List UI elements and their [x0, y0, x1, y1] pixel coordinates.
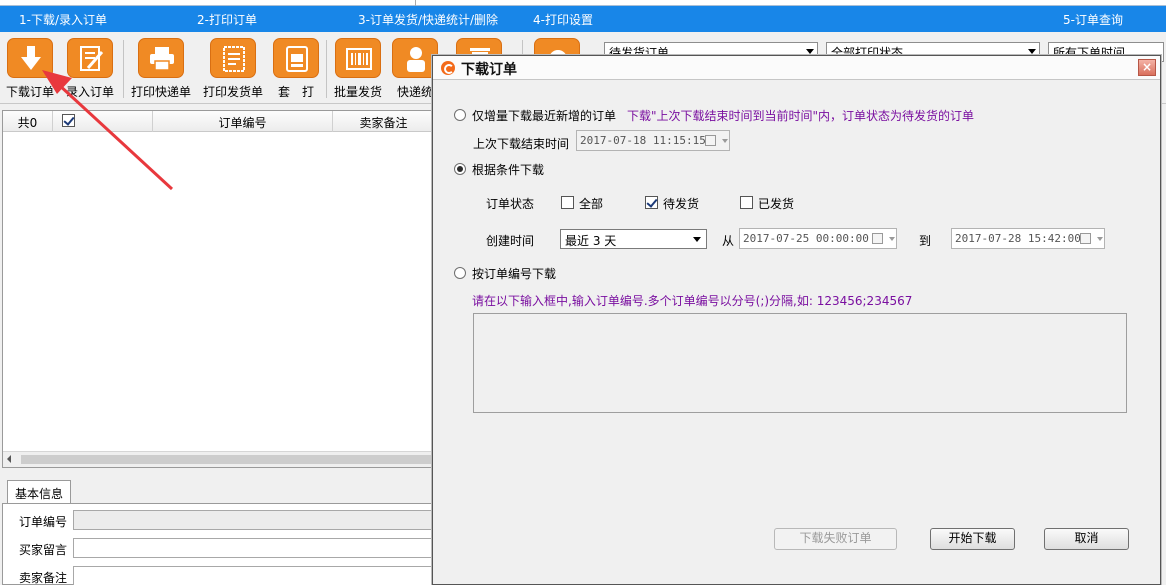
start-download-button[interactable]: 开始下载 [930, 528, 1015, 550]
chevron-down-icon [889, 237, 895, 241]
radio-condition-download[interactable] [454, 163, 466, 175]
select-all-checkbox[interactable] [62, 114, 75, 127]
tab-print-orders[interactable]: 2-打印订单 [197, 11, 257, 28]
incremental-download-label: 仅增量下载最近新增的订单 [472, 109, 617, 123]
condition-download-label: 根据条件下载 [472, 163, 545, 177]
tab-order-query[interactable]: 5-订单查询 [1063, 11, 1123, 28]
main-tab-bar: 1-下载/录入订单 2-打印订单 3-订单发货/快递统计/删除 4-打印设置 5… [0, 6, 1166, 32]
chevron-down-icon [1028, 49, 1036, 54]
datetime-value: 2017-07-28 15:42:00 [955, 232, 1081, 245]
dialog-titlebar: 下载订单 × [433, 56, 1160, 80]
template-print-button[interactable]: 套 打 [272, 38, 320, 102]
status-shipped-label: 已发货 [758, 197, 795, 211]
edit-form-icon [80, 46, 104, 71]
download-orders-dialog: 下载订单 × 仅增量下载最近新增的订单 下载"上次下载结束时间到当前时间"内，订… [432, 55, 1161, 585]
grid-header: 共0 订单编号 卖家备注 [3, 111, 435, 132]
status-pending-label: 待发货 [663, 197, 700, 211]
radio-order-number-download[interactable] [454, 267, 466, 279]
cancel-button[interactable]: 取消 [1044, 528, 1129, 550]
status-all-checkbox[interactable] [561, 196, 574, 209]
column-order-number[interactable]: 订单编号 [153, 111, 333, 132]
tool-label: 打印发货单 [202, 85, 263, 99]
datetime-value: 2017-07-25 00:00:00 [743, 232, 869, 245]
calendar-icon[interactable] [705, 135, 716, 146]
toolbar-separator [326, 40, 327, 98]
status-all-label: 全部 [579, 197, 604, 211]
app-logo-icon [441, 61, 455, 75]
last-end-time-field[interactable]: 2017-07-18 11:15:15 [576, 130, 730, 151]
tool-label: 下载订单 [5, 85, 54, 99]
download-failed-orders-button[interactable]: 下载失败订单 [774, 528, 897, 550]
calendar-icon[interactable] [1080, 233, 1091, 244]
select-value: 最近 3 天 [565, 234, 617, 248]
time-range-select[interactable]: 最近 3 天 [560, 229, 707, 249]
batch-ship-button[interactable]: 批量发货 [332, 38, 384, 102]
enter-order-button[interactable]: 录入订单 [62, 38, 118, 102]
tab-print-settings[interactable]: 4-打印设置 [533, 11, 593, 28]
download-icon [21, 46, 41, 70]
basic-info-panel: 订单编号 买家留言 卖家备注 [2, 503, 443, 585]
from-label: 从 [722, 234, 735, 248]
seller-note-field[interactable] [73, 566, 443, 585]
status-pending-checkbox[interactable] [645, 196, 658, 209]
tool-label: 录入订单 [65, 85, 114, 99]
info-row: 买家留言 [3, 537, 443, 559]
last-end-time-label: 上次下载结束时间 [473, 137, 570, 151]
order-status-label: 订单状态 [486, 197, 535, 211]
tool-label: 打印快递单 [130, 85, 191, 99]
receipt-icon [223, 46, 245, 72]
print-invoice-button[interactable]: 打印发货单 [202, 38, 264, 102]
chevron-down-icon [806, 49, 814, 54]
radio-incremental-download[interactable] [454, 109, 466, 121]
calendar-icon[interactable] [872, 233, 883, 244]
info-label: 买家留言 [19, 543, 68, 557]
info-row: 订单编号 [3, 509, 443, 531]
tab-download-orders[interactable]: 1-下载/录入订单 [19, 11, 107, 28]
select-all-cell [53, 111, 153, 132]
info-label: 订单编号 [19, 515, 68, 529]
order-grid: 共0 订单编号 卖家备注 [2, 110, 435, 468]
print-express-button[interactable]: 打印快递单 [130, 38, 192, 102]
chevron-down-icon [1097, 237, 1103, 241]
order-number-hint: 请在以下输入框中,输入订单编号.多个订单编号以分号(;)分隔,如: 123456… [472, 294, 913, 308]
datetime-value: 2017-07-18 11:15:15 [580, 134, 706, 147]
to-label: 到 [919, 234, 932, 248]
order-number-field[interactable] [73, 510, 443, 530]
info-row: 卖家备注 [3, 565, 443, 585]
incremental-download-hint: 下载"上次下载结束时间到当前时间"内，订单状态为待发货的订单 [627, 109, 975, 123]
print-template-icon [286, 46, 308, 72]
tool-label: 套 打 [277, 85, 314, 99]
created-time-label: 创建时间 [486, 234, 535, 248]
tab-ship-orders[interactable]: 3-订单发货/快递统计/删除 [358, 11, 498, 28]
order-numbers-textarea[interactable] [473, 313, 1127, 413]
order-number-download-label: 按订单编号下载 [472, 267, 557, 281]
to-datetime-field[interactable]: 2017-07-28 15:42:00 [951, 228, 1105, 249]
horizontal-scrollbar[interactable] [3, 451, 433, 467]
toolbar-separator [123, 40, 124, 98]
scroll-thumb[interactable] [21, 455, 433, 464]
close-button[interactable]: × [1138, 59, 1156, 76]
tab-basic-info[interactable]: 基本信息 [7, 480, 71, 504]
barcode-icon [346, 48, 372, 70]
info-label: 卖家备注 [19, 571, 68, 585]
buyer-message-field[interactable] [73, 538, 443, 558]
status-shipped-checkbox[interactable] [740, 196, 753, 209]
column-seller-note[interactable]: 卖家备注 [333, 111, 435, 132]
dialog-title: 下载订单 [461, 62, 517, 78]
chevron-down-icon [693, 237, 701, 242]
grid-count: 共0 [3, 111, 53, 132]
download-orders-button[interactable]: 下载订单 [4, 38, 56, 102]
courier-icon [407, 47, 425, 72]
scroll-left-icon[interactable] [7, 455, 11, 463]
printer-icon [150, 47, 174, 71]
from-datetime-field[interactable]: 2017-07-25 00:00:00 [739, 228, 897, 249]
chevron-down-icon [722, 139, 728, 143]
tool-label: 批量发货 [333, 85, 382, 99]
